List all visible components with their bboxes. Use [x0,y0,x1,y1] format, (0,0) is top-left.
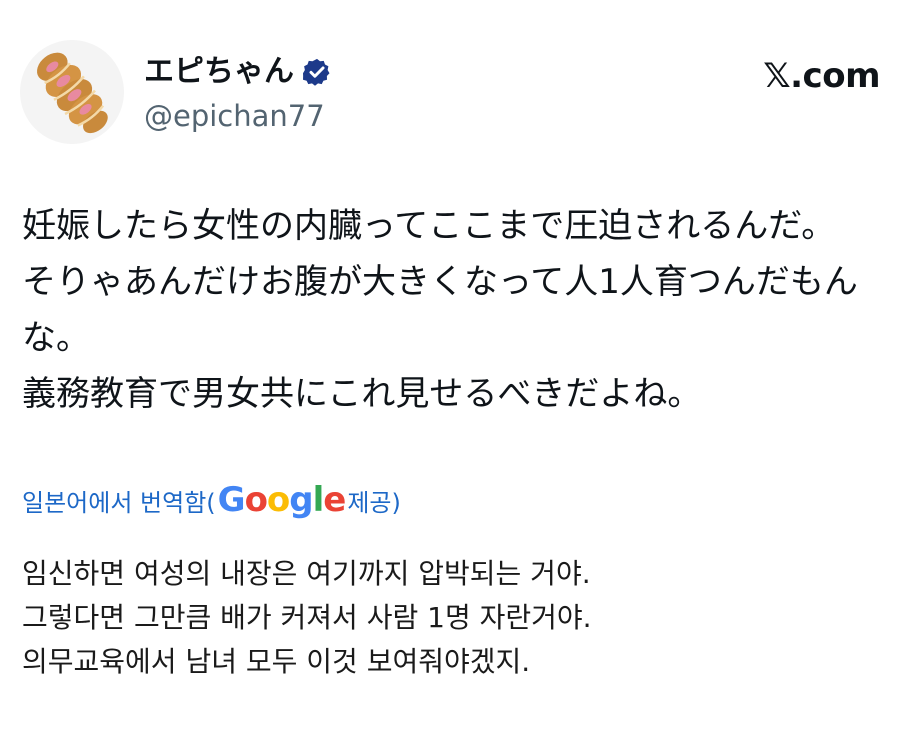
post-header: エピちゃん @epichan77 𝕏.com [20,40,880,150]
handle[interactable]: @epichan77 [144,96,332,136]
translated-line: 임신하면 여성의 내장은 여기까지 압박되는 거야. [22,557,591,590]
google-letter: l [312,480,325,520]
google-letter: o [244,480,268,520]
author-names: エピちゃん @epichan77 [144,52,332,136]
x-com-logo: 𝕏.com [763,56,880,96]
avatar[interactable] [20,40,124,144]
display-name-row: エピちゃん [144,52,332,92]
translate-suffix: 제공) [347,488,401,517]
google-letter: g [289,480,313,520]
translated-from-link[interactable]: 일본어에서 번역함( Google 제공) [22,476,401,524]
post-text: 妊娠したら女性の内臓ってここまで圧迫されるんだ。 そりゃあんだけお腹が大きくなっ… [22,198,882,422]
google-logo: Google [217,476,347,524]
google-letter: o [266,480,290,520]
post-line: そりゃあんだけお腹が大きくなって人1人育つんだもん [22,262,858,302]
post-line: 義務教育で男女共にこれ見せるべきだよね。 [22,374,702,414]
google-letter: G [217,480,246,520]
braided-bread-icon [37,52,108,134]
post-line: な。 [22,318,90,358]
translate-prefix: 일본어에서 번역함( [22,488,216,517]
translated-line: 의무교육에서 남녀 모두 이것 보여줘야겠지. [22,645,531,678]
translated-text: 임신하면 여성의 내장은 여기까지 압박되는 거야. 그렇다면 그만큼 배가 커… [22,552,882,684]
translated-line: 그렇다면 그만큼 배가 커져서 사람 1명 자란거야. [22,601,592,634]
google-letter: e [323,480,346,520]
display-name[interactable]: エピちゃん [144,52,294,92]
verified-badge-icon [303,58,330,86]
post-line: 妊娠したら女性の内臓ってここまで圧迫されるんだ。 [22,206,836,246]
